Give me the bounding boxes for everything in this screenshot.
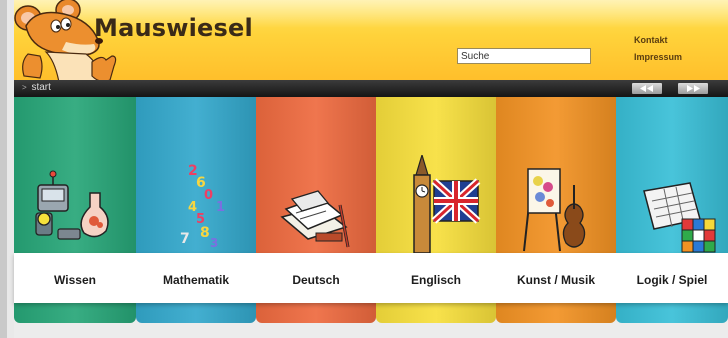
kontakt-link[interactable]: Kontakt bbox=[634, 35, 668, 45]
breadcrumb: > start bbox=[22, 82, 51, 93]
category-panel: 2 6 0 1 4 5 8 7 3 Wissen Mathematik Deut… bbox=[14, 97, 728, 338]
science-robot-icon bbox=[35, 170, 109, 240]
numbers-icon: 2 6 0 1 4 5 8 7 3 bbox=[180, 163, 225, 250]
books-pen-icon bbox=[280, 190, 350, 248]
svg-text:8: 8 bbox=[200, 225, 210, 241]
category-label-mathematik[interactable]: Mathematik bbox=[136, 273, 256, 287]
category-label-englisch[interactable]: Englisch bbox=[376, 273, 496, 287]
site-logo[interactable]: Mauswiesel bbox=[94, 14, 253, 42]
breadcrumb-start-link[interactable]: start bbox=[31, 82, 50, 93]
svg-text:0: 0 bbox=[204, 188, 213, 203]
window-edge-inner bbox=[7, 0, 14, 338]
search-input[interactable] bbox=[457, 48, 591, 64]
easel-violin-icon bbox=[523, 168, 586, 252]
category-label-wissen[interactable]: Wissen bbox=[15, 273, 135, 287]
svg-text:1: 1 bbox=[216, 200, 225, 215]
category-label-kunst-musik[interactable]: Kunst / Musik bbox=[496, 273, 616, 287]
next-button[interactable] bbox=[678, 83, 708, 94]
double-arrow-left-icon bbox=[640, 85, 653, 92]
svg-text:7: 7 bbox=[180, 231, 190, 247]
big-ben-flag-icon bbox=[413, 155, 481, 254]
nav-bar: > start bbox=[14, 80, 728, 97]
impressum-link[interactable]: Impressum bbox=[634, 52, 682, 62]
breadcrumb-chevron-icon: > bbox=[22, 83, 27, 92]
calendar-cube-icon bbox=[643, 182, 716, 253]
header: Mauswiesel Kontakt Impressum bbox=[14, 0, 728, 80]
svg-text:3: 3 bbox=[210, 236, 218, 250]
category-label-deutsch[interactable]: Deutsch bbox=[256, 273, 376, 287]
window-edge bbox=[0, 0, 7, 338]
double-arrow-right-icon bbox=[687, 85, 700, 92]
prev-button[interactable] bbox=[632, 83, 662, 94]
category-label-logik-spiel[interactable]: Logik / Spiel bbox=[612, 273, 728, 287]
